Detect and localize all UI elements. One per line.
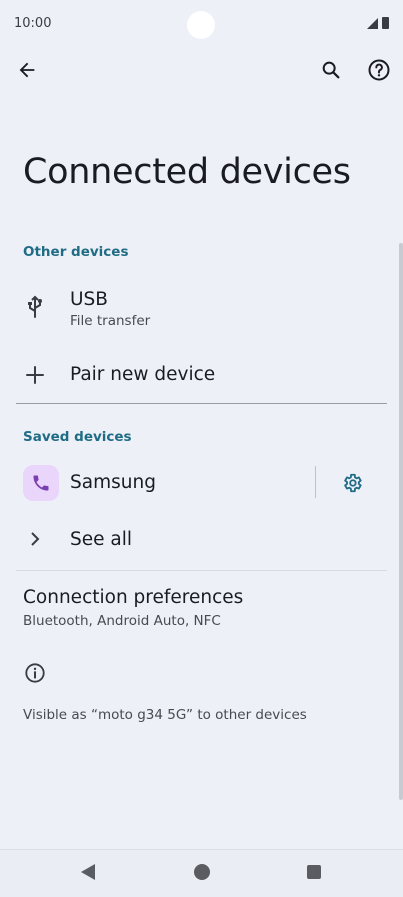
device-visibility-text: Visible as “moto g34 5G” to other device…	[23, 707, 307, 723]
list-divider	[16, 570, 387, 571]
connection-preferences-subtitle: Bluetooth, Android Auto, NFC	[23, 613, 221, 629]
usb-icon	[28, 295, 42, 318]
pair-new-device-label: Pair new device	[70, 364, 216, 385]
plus-icon	[26, 366, 44, 384]
help-button[interactable]	[361, 52, 397, 88]
arrow-back-icon	[19, 62, 35, 78]
scrollbar[interactable]	[399, 243, 403, 800]
usb-subtitle: File transfer	[70, 313, 151, 329]
status-time: 10:00	[14, 16, 52, 31]
see-all-label: See all	[70, 529, 133, 550]
nav-home-button[interactable]	[194, 864, 210, 880]
see-all-row[interactable]: See all	[0, 520, 399, 562]
usb-row[interactable]: USB File transfer	[0, 280, 399, 338]
help-icon	[368, 59, 390, 81]
section-divider	[16, 403, 387, 404]
connection-preferences-row[interactable]: Connection preferences Bluetooth, Androi…	[0, 580, 399, 636]
search-icon	[322, 61, 340, 79]
samsung-settings-button[interactable]	[334, 465, 370, 501]
samsung-device-label[interactable]: Samsung	[70, 472, 156, 493]
nav-back-button[interactable]	[81, 864, 95, 880]
nav-recents-button[interactable]	[307, 865, 321, 879]
chevron-right-icon	[31, 532, 40, 546]
samsung-avatar	[23, 465, 59, 501]
pair-new-device-row[interactable]: Pair new device	[0, 355, 399, 397]
battery-icon	[382, 17, 389, 29]
page-title: Connected devices	[23, 152, 351, 192]
connection-preferences-title: Connection preferences	[23, 587, 244, 608]
phone-icon	[33, 475, 49, 491]
back-button[interactable]	[9, 52, 45, 88]
gear-icon	[344, 473, 362, 493]
info-icon	[25, 663, 45, 683]
saved-devices-header: Saved devices	[23, 429, 132, 445]
other-devices-header: Other devices	[23, 244, 129, 260]
camera-cutout	[187, 11, 215, 39]
search-button[interactable]	[313, 52, 349, 88]
usb-title: USB	[70, 289, 108, 310]
vertical-separator	[315, 466, 316, 498]
signal-icon	[367, 18, 378, 29]
